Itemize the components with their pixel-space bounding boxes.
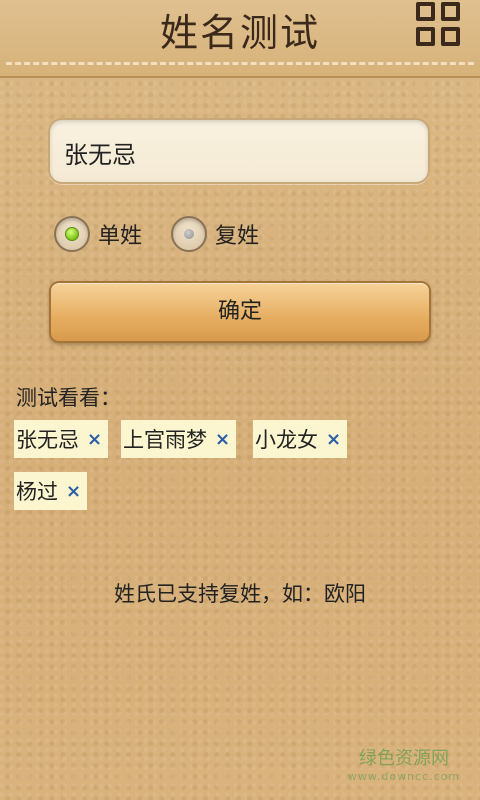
radio-unselected-dot	[184, 229, 194, 239]
name-input[interactable]	[64, 130, 414, 174]
radio-single-label: 单姓	[98, 224, 143, 249]
close-icon[interactable]: ×	[215, 429, 230, 450]
watermark: 绿色资源网 www.downcc.com	[344, 744, 464, 783]
radio-circle[interactable]	[171, 216, 207, 252]
watermark-text: 绿色资源网	[359, 748, 449, 769]
compound-surname-hint: 姓氏已支持复姓，如：欧阳	[114, 582, 366, 606]
close-icon[interactable]: ×	[326, 429, 341, 450]
tag-label[interactable]: 上官雨梦	[123, 424, 207, 454]
example-tag[interactable]: 上官雨梦 ×	[121, 420, 237, 458]
examples-heading: 测试看看：	[16, 386, 121, 410]
confirm-button[interactable]: 确定	[49, 281, 431, 343]
tag-label[interactable]: 张无忌	[16, 424, 79, 454]
tag-label[interactable]: 杨过	[16, 476, 58, 506]
close-icon[interactable]: ×	[66, 481, 81, 502]
example-tag[interactable]: 小龙女 ×	[253, 420, 348, 458]
watermark-sub: www.downcc.com	[347, 770, 461, 783]
radio-compound-label: 复姓	[215, 224, 260, 249]
example-tag[interactable]: 杨过 ×	[14, 472, 88, 510]
radio-single-surname[interactable]: 单姓	[54, 212, 142, 256]
title-bar: 姓名测试	[0, 0, 480, 78]
close-icon[interactable]: ×	[87, 429, 102, 450]
radio-circle[interactable]	[54, 216, 90, 252]
grid-menu-icon[interactable]	[416, 2, 460, 46]
tag-label[interactable]: 小龙女	[255, 424, 318, 454]
stitch-divider	[6, 62, 474, 65]
radio-compound-surname[interactable]: 复姓	[171, 212, 259, 256]
page-title: 姓名测试	[159, 11, 320, 55]
radio-selected-dot	[65, 227, 79, 241]
name-input-box[interactable]	[48, 118, 430, 184]
example-tag[interactable]: 张无忌 ×	[14, 420, 109, 458]
